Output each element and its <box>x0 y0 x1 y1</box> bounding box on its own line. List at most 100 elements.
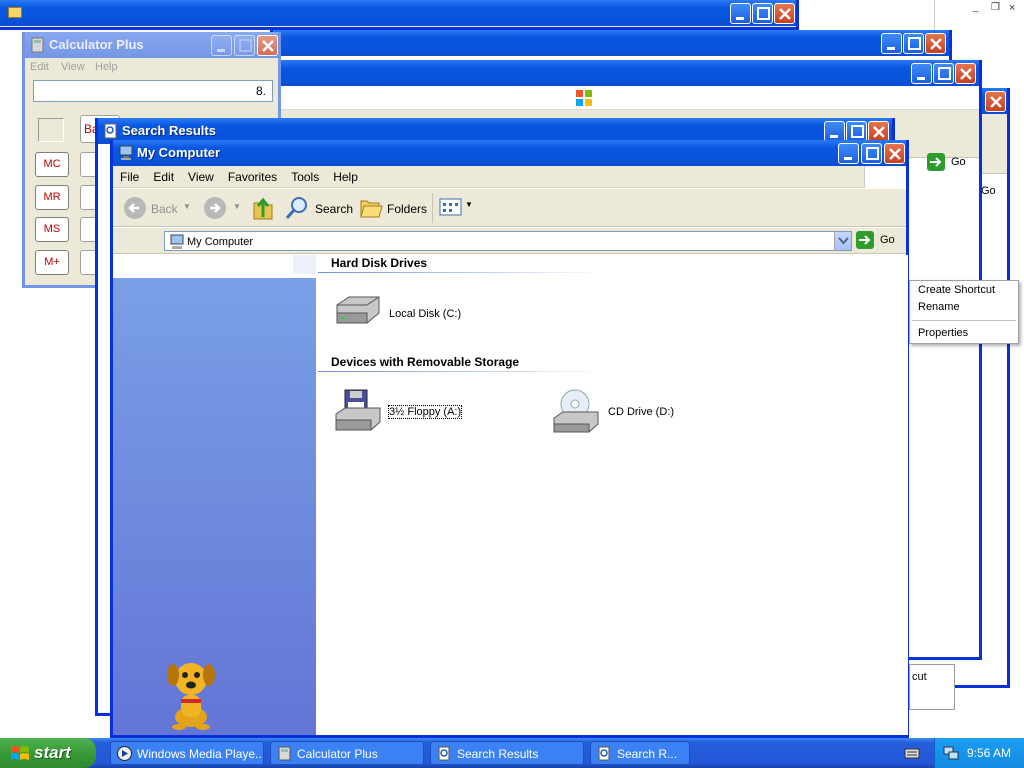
drive-label: CD Drive (D:) <box>608 406 674 418</box>
my-computer-title: My Computer <box>137 145 221 160</box>
task-pane <box>113 255 316 735</box>
close-button[interactable] <box>774 3 795 24</box>
menu-help[interactable]: Help <box>326 166 365 184</box>
go-label: Go <box>951 156 966 168</box>
my-computer-small-icon <box>169 234 185 253</box>
calculator-icon <box>30 37 46 53</box>
close-button[interactable] <box>985 91 1006 112</box>
go-button[interactable]: Go <box>927 152 977 172</box>
close-icon[interactable]: × <box>1009 2 1015 14</box>
drive-floppy-a[interactable]: 3½ Floppy (A:) <box>333 388 493 436</box>
background-window-top[interactable] <box>0 0 799 30</box>
background-window-second-titlebar[interactable] <box>273 30 949 56</box>
chevron-down-icon <box>838 235 849 249</box>
partial-menu-text[interactable]: cut <box>912 671 927 683</box>
taskbar-item-search-results-2[interactable]: Search R... <box>590 741 690 765</box>
back-dropdown-icon: ▼ <box>183 202 191 211</box>
restore-icon[interactable]: ❐ <box>991 2 1000 13</box>
back-arrow-icon <box>123 196 147 223</box>
go-button[interactable]: Go <box>856 231 902 251</box>
memory-add-button[interactable]: M+ <box>35 250 69 275</box>
drive-cd-d[interactable]: CD Drive (D:) <box>551 388 711 436</box>
memory-recall-button[interactable]: MR <box>35 185 69 210</box>
forward-button[interactable]: ▼ <box>203 196 243 222</box>
up-folder-button[interactable] <box>251 195 277 221</box>
close-button[interactable] <box>868 121 889 142</box>
search-results-icon <box>597 746 612 761</box>
toolbar-separator <box>432 193 433 223</box>
start-button[interactable]: start <box>0 738 96 768</box>
go-label: Go <box>880 234 895 246</box>
windows-logo-icon <box>575 89 593 107</box>
maximize-button[interactable] <box>846 121 867 142</box>
background-window-third-titlebar[interactable] <box>273 60 979 86</box>
search-results-icon <box>437 746 452 761</box>
context-menu-separator <box>912 320 1016 321</box>
close-button[interactable] <box>257 35 278 56</box>
menu-edit[interactable]: Edit <box>30 61 49 73</box>
context-menu-item-create-shortcut[interactable]: Create Shortcut <box>918 284 995 296</box>
search-assistant-dog-icon[interactable] <box>161 655 221 733</box>
search-results-title: Search Results <box>122 123 216 138</box>
minimize-button[interactable] <box>881 33 902 54</box>
close-button[interactable] <box>925 33 946 54</box>
menu-edit[interactable]: Edit <box>146 166 181 184</box>
context-menu-item-properties[interactable]: Properties <box>918 327 968 339</box>
minimize-button[interactable] <box>730 3 751 24</box>
calculator-display: 8. <box>33 80 273 102</box>
content-area: Hard Disk Drives Local Disk (C:) Devices… <box>318 255 908 735</box>
memory-store-button[interactable]: MS <box>35 217 69 242</box>
floppy-drive-icon <box>333 388 383 439</box>
media-player-icon <box>117 746 132 761</box>
menu-view[interactable]: View <box>181 166 221 184</box>
minimize-button[interactable] <box>911 63 932 84</box>
my-computer-window[interactable]: My Computer File Edit View Favorites Tools He… <box>110 140 909 738</box>
my-computer-titlebar[interactable]: My Computer <box>113 140 906 166</box>
taskbar-item-calculator[interactable]: Calculator Plus <box>270 741 424 765</box>
go-label[interactable]: Go <box>981 185 996 197</box>
maximize-button[interactable] <box>903 33 924 54</box>
context-menu-item-rename[interactable]: Rename <box>918 301 960 313</box>
minimize-button[interactable] <box>838 143 859 164</box>
go-arrow-icon <box>927 153 945 171</box>
background-window-top-titlebar[interactable] <box>0 0 796 26</box>
minimize-button[interactable] <box>824 121 845 142</box>
menu-help[interactable]: Help <box>95 61 118 73</box>
close-button[interactable] <box>955 63 976 84</box>
drive-local-disk-c[interactable]: Local Disk (C:) <box>333 295 493 331</box>
keyboard-icon[interactable] <box>904 746 920 763</box>
folder-icon <box>8 7 22 18</box>
windows-logo-icon <box>10 744 30 767</box>
search-button[interactable]: Search <box>285 195 353 221</box>
maximize-button[interactable] <box>861 143 882 164</box>
minimize-icon[interactable]: _ <box>973 2 979 13</box>
clock[interactable]: 9:56 AM <box>967 746 1011 760</box>
taskbar-item-search-results[interactable]: Search Results <box>430 741 584 765</box>
start-label: start <box>34 743 71 762</box>
close-button[interactable] <box>884 143 905 164</box>
views-button[interactable]: ▼ <box>439 198 473 220</box>
memory-clear-button[interactable]: MC <box>35 152 69 177</box>
taskbar-item-media-player[interactable]: Windows Media Playe... <box>110 741 264 765</box>
back-label: Back <box>151 202 178 216</box>
forward-dropdown-icon: ▼ <box>233 202 241 211</box>
address-field[interactable]: My Computer <box>164 231 852 251</box>
maximize-button[interactable] <box>933 63 954 84</box>
minimize-button[interactable] <box>211 35 232 56</box>
menu-tools[interactable]: Tools <box>284 166 326 184</box>
maximize-button <box>234 35 255 56</box>
folders-button[interactable]: Folders <box>359 195 427 221</box>
address-dropdown-button[interactable] <box>834 232 851 250</box>
maximize-button[interactable] <box>752 3 773 24</box>
calculator-titlebar[interactable]: Calculator Plus <box>25 32 278 58</box>
views-dropdown-icon: ▼ <box>465 200 473 209</box>
section-divider <box>318 371 608 372</box>
menu-favorites[interactable]: Favorites <box>221 166 284 184</box>
network-icon[interactable] <box>943 745 959 764</box>
menu-file[interactable]: File <box>113 166 146 184</box>
section-divider <box>318 272 608 273</box>
search-results-icon <box>103 123 119 139</box>
task-pane-header-block <box>293 255 316 274</box>
back-button[interactable]: Back ▼ <box>123 196 191 222</box>
menu-view[interactable]: View <box>61 61 85 73</box>
